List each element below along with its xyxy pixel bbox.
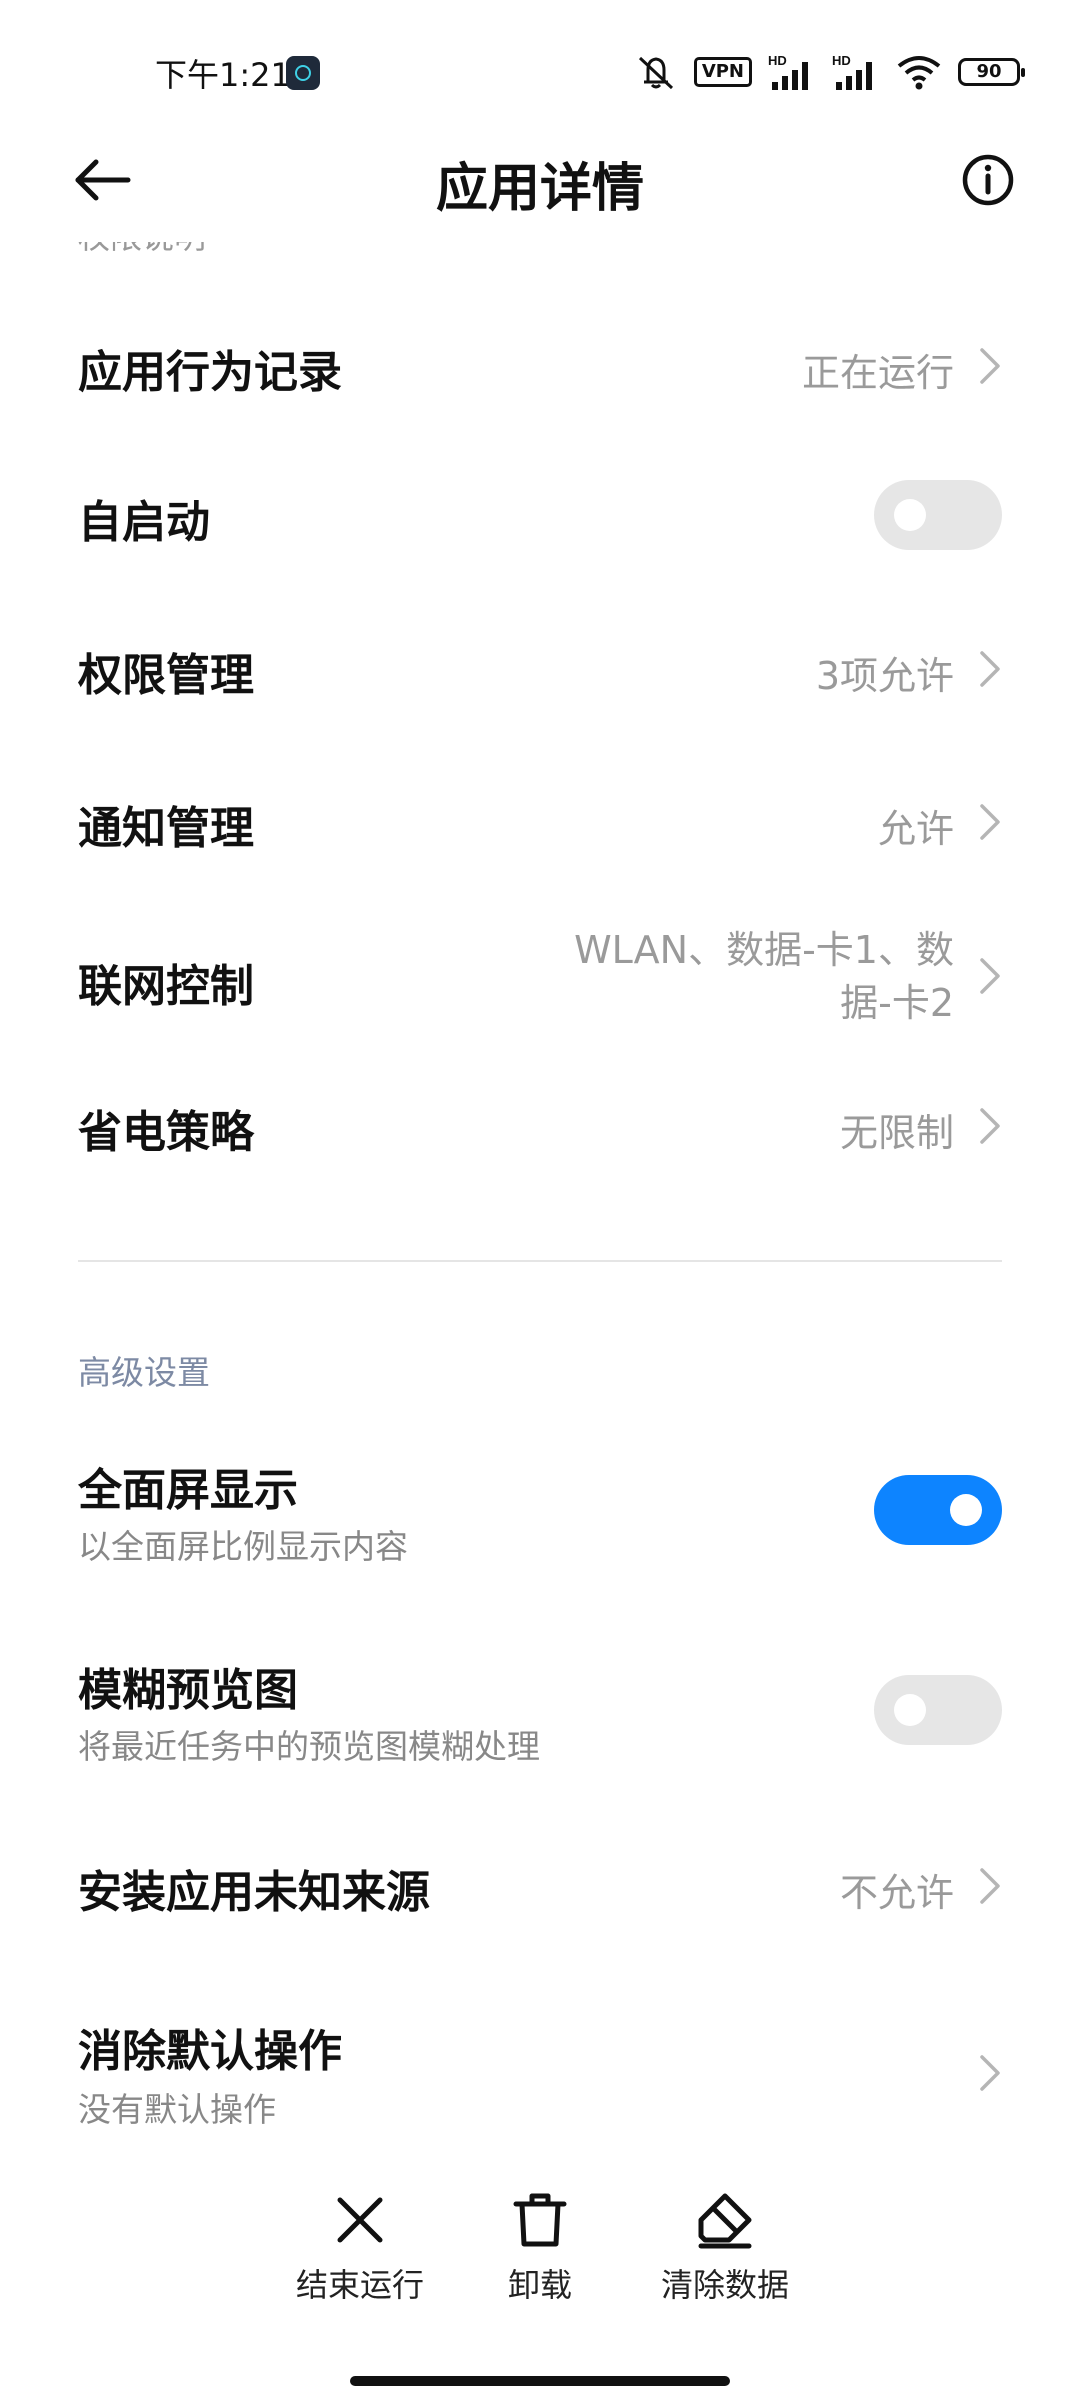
stop-running-label: 结束运行 (295, 2266, 424, 2304)
row-label: 权限管理 (78, 650, 254, 701)
stop-running-button[interactable]: 结束运行 (280, 2190, 440, 2306)
fullscreen-toggle[interactable] (874, 1475, 1002, 1545)
svg-text:HD: HD (768, 53, 787, 68)
row-battery-saver[interactable]: 省电策略 无限制 (0, 1070, 1080, 1180)
row-network-control[interactable]: 联网控制 WLAN、数据-卡1、数据-卡2 (0, 900, 1080, 1050)
row-value: 无限制 (839, 1111, 954, 1155)
clear-data-label: 清除数据 (660, 2266, 789, 2304)
row-subtitle: 以全面屏比例显示内容 (78, 1527, 408, 1566)
page-title: 应用详情 (435, 159, 644, 219)
row-label: 通知管理 (78, 803, 254, 854)
wifi-icon (897, 56, 941, 90)
home-indicator[interactable] (350, 2376, 730, 2386)
chevron-right-icon (980, 804, 1000, 840)
row-value: 允许 (877, 807, 954, 851)
signal-sim2-icon: HD (832, 53, 872, 90)
row-label: 自启动 (78, 497, 210, 548)
row-clear-defaults[interactable]: 消除默认操作 没有默认操作 (0, 2005, 1080, 2155)
blur-preview-toggle[interactable] (874, 1675, 1002, 1745)
chevron-right-icon (980, 651, 1000, 687)
row-label: 模糊预览图 (78, 1665, 298, 1716)
row-label: 全面屏显示 (78, 1465, 298, 1516)
row-label: 省电策略 (78, 1107, 254, 1158)
status-time: 下午1:21 (155, 56, 291, 94)
row-value: 正在运行 (801, 351, 954, 395)
info-icon[interactable] (958, 150, 1018, 210)
status-bar: 下午1:21 VPN HD HD 90 (0, 0, 1080, 130)
mute-icon (638, 56, 673, 90)
row-value: WLAN、数据-卡1、数据-卡2 (574, 928, 954, 1025)
app-bar: 应用详情 (0, 130, 1080, 230)
row-blur-preview: 模糊预览图 将最近任务中的预览图模糊处理 (0, 1640, 1080, 1790)
chevron-right-icon (980, 958, 1000, 994)
close-icon (337, 2197, 383, 2243)
notification-app-icon (286, 56, 320, 90)
row-autostart: 自启动 (0, 460, 1080, 570)
clipped-scrolled-text: 权限说明 (78, 242, 218, 252)
row-fullscreen: 全面屏显示 以全面屏比例显示内容 (0, 1440, 1080, 1590)
section-title-advanced: 高级设置 (78, 1353, 210, 1392)
row-unknown-sources[interactable]: 安装应用未知来源 不允许 (0, 1840, 1080, 1950)
row-subtitle: 没有默认操作 (78, 2090, 276, 2129)
vpn-icon: VPN (693, 57, 752, 87)
autostart-toggle[interactable] (874, 480, 1002, 550)
chevron-right-icon (980, 1868, 1000, 1904)
battery-icon: 90 (958, 58, 1025, 86)
row-value: 3项允许 (815, 654, 954, 698)
uninstall-button[interactable]: 卸载 (460, 2190, 620, 2306)
section-divider (78, 1260, 1002, 1262)
eraser-icon (698, 2193, 752, 2249)
trash-icon (513, 2193, 567, 2247)
uninstall-label: 卸载 (507, 2266, 572, 2304)
row-label: 消除默认操作 (78, 2026, 342, 2077)
clear-data-button[interactable]: 清除数据 (645, 2190, 805, 2306)
row-subtitle: 将最近任务中的预览图模糊处理 (78, 1727, 540, 1766)
row-permissions[interactable]: 权限管理 3项允许 (0, 613, 1080, 723)
row-label: 联网控制 (78, 961, 254, 1012)
row-behavior-record[interactable]: 应用行为记录 正在运行 (0, 310, 1080, 420)
bottom-action-bar: 结束运行 卸载 清除数据 (0, 2190, 1080, 2340)
app-details-screen: 下午1:21 VPN HD HD 90 应用详情 应用行为记录 正在运行 自启动… (0, 0, 1080, 2400)
row-value: 不允许 (839, 1871, 954, 1915)
status-icons: VPN HD HD 90 (634, 52, 1025, 92)
chevron-right-icon (980, 348, 1000, 384)
row-notifications[interactable]: 通知管理 允许 (0, 766, 1080, 876)
row-label: 应用行为记录 (78, 347, 342, 398)
chevron-right-icon (980, 2055, 1000, 2091)
signal-sim1-icon: HD (768, 53, 808, 90)
svg-text:HD: HD (832, 53, 851, 68)
row-label: 安装应用未知来源 (78, 1867, 430, 1918)
chevron-right-icon (980, 1108, 1000, 1144)
